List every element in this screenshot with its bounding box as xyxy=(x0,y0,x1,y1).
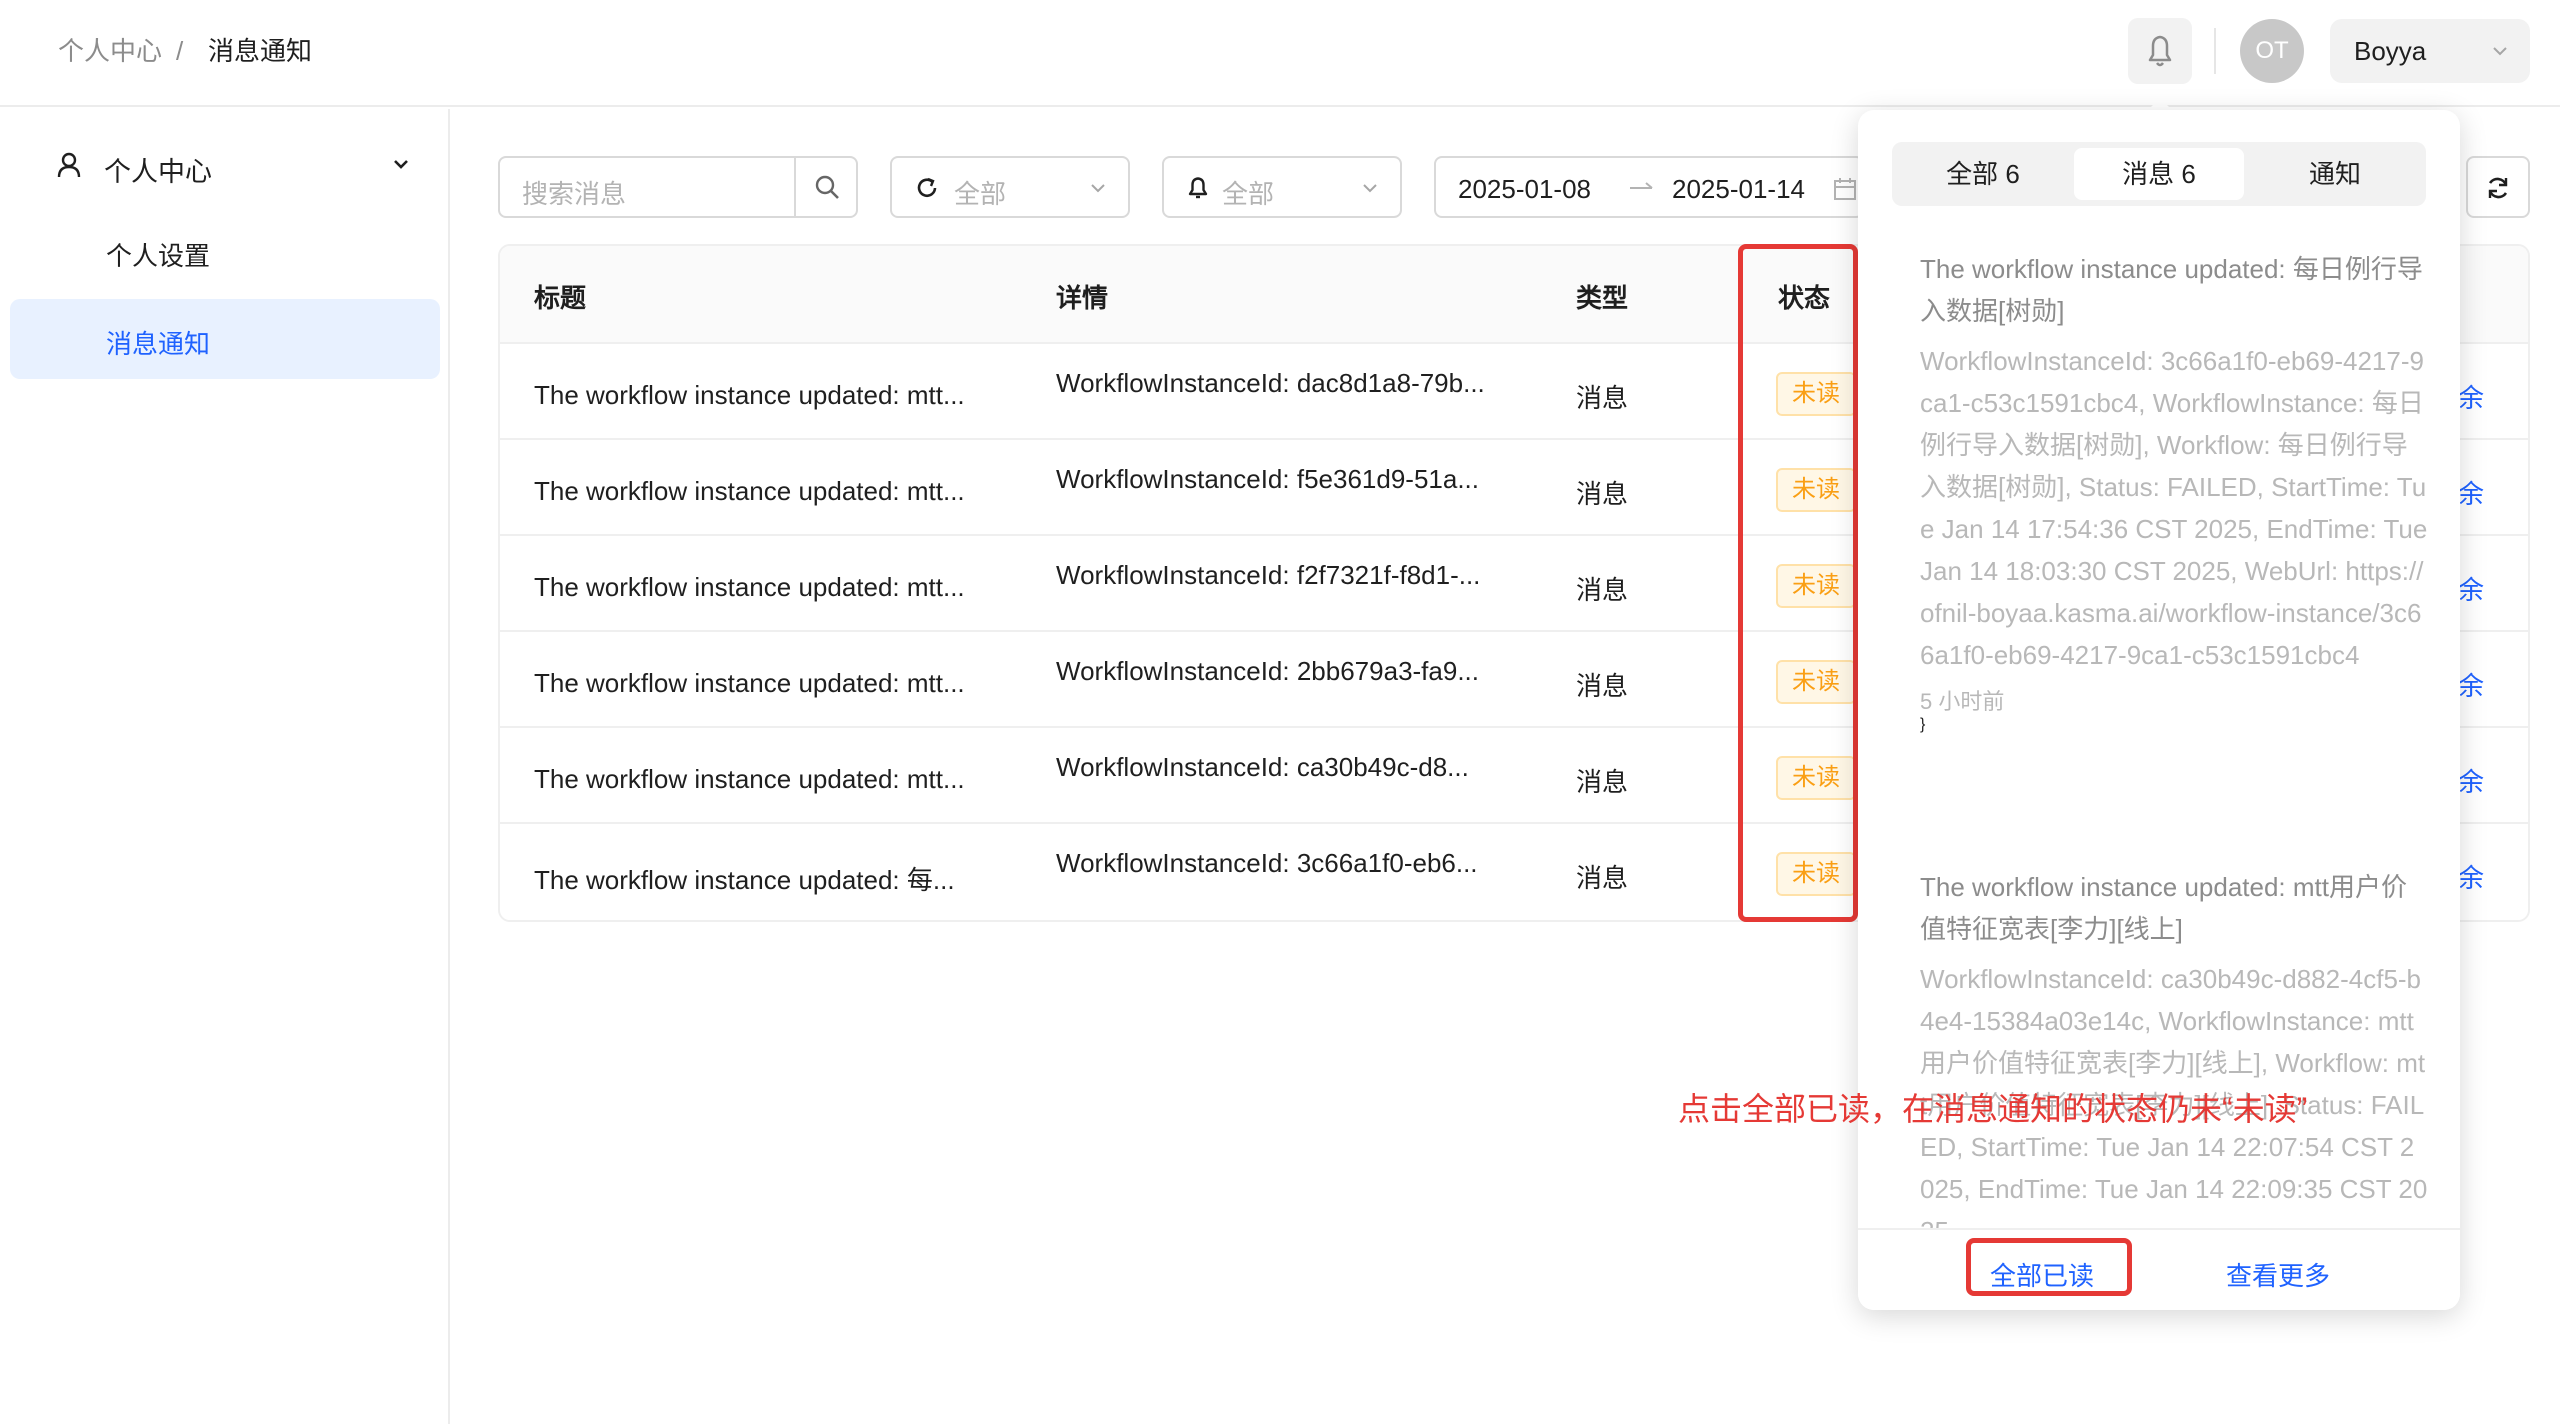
column-header-type: 类型 xyxy=(1576,283,1629,313)
cell-detail: WorkflowInstanceId: dac8d1a8-79b... xyxy=(1056,368,1485,398)
notification-body: WorkflowInstanceId: 3c66a1f0-eb69-4217-9… xyxy=(1920,346,2428,670)
date-start[interactable]: 2025-01-08 xyxy=(1458,174,1591,205)
search-icon xyxy=(815,175,839,199)
row-action-link[interactable]: 余 xyxy=(2458,762,2484,799)
arrow-right-icon xyxy=(1630,182,1653,189)
status-filter-select[interactable]: 全部 xyxy=(890,156,1130,218)
calendar-icon xyxy=(1834,178,1856,200)
cell-type: 消息 xyxy=(1576,671,1629,701)
breadcrumb-separator: / xyxy=(176,36,184,66)
sidebar-group-label: 个人中心 xyxy=(104,157,212,187)
row-action-link[interactable]: 余 xyxy=(2458,378,2484,415)
refresh-status-icon xyxy=(917,177,937,197)
cell-title: The workflow instance updated: mtt... xyxy=(534,476,965,506)
cell-detail: WorkflowInstanceId: f2f7321f-f8d1-... xyxy=(1056,560,1481,590)
cell-title: The workflow instance updated: mtt... xyxy=(534,380,965,410)
user-icon xyxy=(57,152,81,178)
chevron-down-icon xyxy=(1363,184,1377,193)
breadcrumb-parent[interactable]: 个人中心 xyxy=(58,36,162,66)
notification-title: The workflow instance updated: 每日例行导入数据[… xyxy=(1920,254,2423,326)
popover-arrow xyxy=(2148,98,2172,110)
breadcrumb-current: 消息通知 xyxy=(208,36,313,66)
search-input[interactable]: 搜索消息 xyxy=(522,174,626,211)
annotation-text: 点击全部已读，在消息通知的状态仍未“未读” xyxy=(1678,1091,2308,1127)
chevron-down-icon xyxy=(1091,184,1105,193)
sidebar-item-settings[interactable]: 个人设置 xyxy=(0,209,448,289)
type-filter-select[interactable]: 全部 xyxy=(1162,156,1402,218)
sidebar-group-personal-center[interactable]: 个人中心 xyxy=(0,125,448,205)
header-divider xyxy=(2214,28,2216,74)
user-name: Boyya xyxy=(2354,36,2427,66)
cell-title: The workflow instance updated: 每... xyxy=(534,865,955,895)
top-header: 个人中心 / 消息通知 OT Boyya xyxy=(0,0,2560,107)
cell-title: The workflow instance updated: mtt... xyxy=(534,572,965,602)
refresh-icon xyxy=(2488,177,2508,199)
column-header-title: 标题 xyxy=(534,283,587,313)
cell-type: 消息 xyxy=(1576,575,1629,605)
tab-notices[interactable]: 通知 xyxy=(2250,148,2420,200)
cell-detail: WorkflowInstanceId: 2bb679a3-fa9... xyxy=(1056,656,1479,686)
bell-icon xyxy=(2148,35,2172,67)
mark-all-read-highlight xyxy=(1966,1238,2132,1296)
tab-all[interactable]: 全部 6 xyxy=(1898,148,2068,200)
cell-type: 消息 xyxy=(1576,383,1629,413)
sidebar-item-notifications[interactable]: 消息通知 xyxy=(10,299,440,379)
notification-bell-button[interactable] xyxy=(2128,18,2192,84)
notification-tabs: 全部 6 消息 6 通知 xyxy=(1892,142,2426,206)
notification-time: 5 小时前 xyxy=(1920,689,2005,714)
date-end[interactable]: 2025-01-14 xyxy=(1672,174,1805,205)
search-box: 搜索消息 xyxy=(498,156,858,218)
column-header-detail: 详情 xyxy=(1056,283,1109,313)
chevron-down-icon xyxy=(2493,47,2507,56)
notification-title: The workflow instance updated: mtt用户价值特征… xyxy=(1920,872,2407,944)
notification-item[interactable]: The workflow instance updated: 每日例行导入数据[… xyxy=(1920,248,2428,734)
cell-detail: WorkflowInstanceId: 3c66a1f0-eb6... xyxy=(1056,848,1478,878)
sidebar-item-label: 个人设置 xyxy=(106,241,211,271)
user-select[interactable]: Boyya xyxy=(2330,19,2530,83)
type-filter-value: 全部 xyxy=(1222,179,1275,209)
status-column-highlight xyxy=(1738,244,1858,922)
chevron-down-icon xyxy=(394,160,408,169)
cell-title: The workflow instance updated: mtt... xyxy=(534,668,965,698)
date-range-picker[interactable]: 2025-01-08 2025-01-14 xyxy=(1434,156,1864,218)
bell-icon xyxy=(1188,177,1208,199)
cell-type: 消息 xyxy=(1576,767,1629,797)
cell-title: The workflow instance updated: mtt... xyxy=(534,764,965,794)
status-filter-value: 全部 xyxy=(954,179,1007,209)
popover-footer: 全部已读 查看更多 xyxy=(1858,1228,2460,1310)
notification-popover: 全部 6 消息 6 通知 The workflow instance updat… xyxy=(1858,110,2460,1310)
avatar[interactable]: OT xyxy=(2240,19,2304,83)
refresh-button[interactable] xyxy=(2466,156,2530,218)
view-more-link[interactable]: 查看更多 xyxy=(2226,1256,2330,1293)
cell-detail: WorkflowInstanceId: f5e361d9-51a... xyxy=(1056,464,1479,494)
notification-list: The workflow instance updated: 每日例行导入数据[… xyxy=(1858,238,2460,1228)
sidebar-item-label: 消息通知 xyxy=(106,329,211,359)
search-button[interactable] xyxy=(796,158,858,216)
cell-type: 消息 xyxy=(1576,479,1629,509)
row-action-link[interactable]: 余 xyxy=(2458,858,2484,895)
row-action-link[interactable]: 余 xyxy=(2458,570,2484,607)
cell-type: 消息 xyxy=(1576,863,1629,893)
cell-detail: WorkflowInstanceId: ca30b49c-d8... xyxy=(1056,752,1469,782)
row-action-link[interactable]: 余 xyxy=(2458,666,2484,703)
tab-messages[interactable]: 消息 6 xyxy=(2074,148,2244,200)
row-action-link[interactable]: 余 xyxy=(2458,474,2484,511)
notification-item[interactable]: The workflow instance updated: mtt用户价值特征… xyxy=(1920,866,2428,1228)
